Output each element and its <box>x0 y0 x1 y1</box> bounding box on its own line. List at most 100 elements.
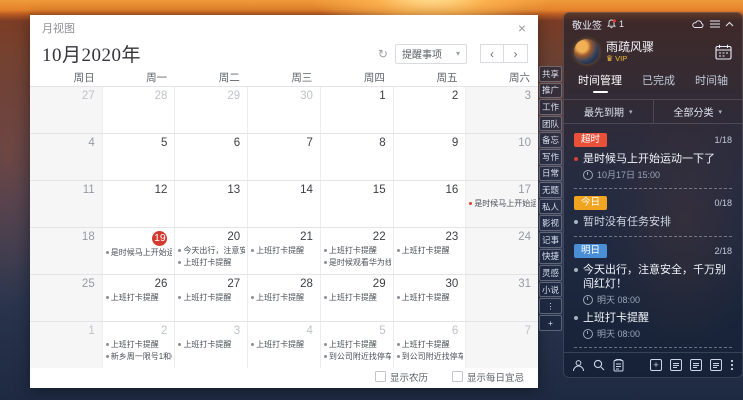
bell-icon[interactable] <box>607 19 616 29</box>
calendar-event[interactable]: 上班打卡提醒 <box>251 245 318 257</box>
avatar[interactable] <box>574 39 599 64</box>
day-cell[interactable]: 17是时候马上开始运··· <box>465 181 538 227</box>
category-chip[interactable]: 无题 <box>539 182 562 198</box>
calendar-event[interactable]: 上班打卡提醒 <box>251 339 318 351</box>
calendar-event[interactable]: 上班打卡提醒 <box>397 245 464 257</box>
calendar-event[interactable]: 上班打卡提醒 <box>178 257 245 269</box>
day-cell[interactable]: 20今天出行，注意安···上班打卡提醒 <box>174 228 247 274</box>
category-chip[interactable]: 团队 <box>539 116 562 132</box>
show-lunar-checkbox[interactable]: 显示农历 <box>375 370 428 384</box>
calendar-event[interactable]: 新乡周一限号1和6··· <box>106 351 173 363</box>
day-cell[interactable]: 29上班打卡提醒 <box>320 275 393 321</box>
day-cell[interactable]: 8 <box>320 134 393 180</box>
calendar-event[interactable]: 上班打卡提醒 <box>324 245 391 257</box>
log-icon[interactable] <box>613 359 624 372</box>
category-dropdown[interactable]: 全部分类 ▾ <box>653 100 743 123</box>
add-note-icon[interactable]: + <box>650 359 662 371</box>
day-cell[interactable]: 11 <box>30 181 102 227</box>
category-chip[interactable]: 快捷 <box>539 249 562 265</box>
app-shortcut-icon[interactable] <box>690 359 702 371</box>
menu-icon[interactable] <box>710 20 720 28</box>
day-cell[interactable]: 6 <box>174 134 247 180</box>
category-chip[interactable]: ⋮ <box>539 298 562 314</box>
day-cell[interactable]: 2上班打卡提醒新乡周一限号1和6··· <box>102 322 175 368</box>
task-item[interactable]: 是时候马上开始运动一下了 <box>574 152 732 166</box>
refresh-icon[interactable]: ↻ <box>378 47 388 61</box>
day-cell[interactable]: 30上班打卡提醒 <box>393 275 466 321</box>
day-cell[interactable]: 6上班打卡提醒到公司附近找停车··· <box>393 322 466 368</box>
day-cell[interactable]: 30 <box>247 87 320 133</box>
calendar-event[interactable]: 上班打卡提醒 <box>324 339 391 351</box>
category-chip[interactable]: 写作 <box>539 149 562 165</box>
day-cell[interactable]: 7 <box>247 134 320 180</box>
tab-时间管理[interactable]: 时间管理 <box>578 72 622 95</box>
calendar-event[interactable]: 上班打卡提醒 <box>324 292 391 304</box>
category-chip[interactable]: 小说 <box>539 282 562 298</box>
category-chip[interactable]: 记事 <box>539 232 562 248</box>
day-cell[interactable]: 5 <box>102 134 175 180</box>
next-month-button[interactable]: › <box>504 44 528 63</box>
category-chip[interactable]: 备忘 <box>539 132 562 148</box>
day-cell[interactable]: 27 <box>30 87 102 133</box>
calendar-event[interactable]: 到公司附近找停车··· <box>324 351 391 363</box>
day-cell[interactable]: 28 <box>102 87 175 133</box>
day-cell[interactable]: 5上班打卡提醒到公司附近找停车··· <box>320 322 393 368</box>
category-chip[interactable]: 影视 <box>539 215 562 231</box>
calendar-event[interactable]: 是时候马上开始运··· <box>106 247 173 259</box>
calendar-event[interactable]: 今天出行，注意安··· <box>178 245 245 257</box>
category-chip[interactable]: 工作 <box>539 99 562 115</box>
day-cell[interactable]: 13 <box>174 181 247 227</box>
task-item[interactable]: 今天出行，注意安全，千万别闯红灯！ <box>574 263 732 291</box>
day-cell[interactable]: 1 <box>30 322 102 368</box>
day-cell[interactable]: 3 <box>465 87 538 133</box>
category-chip[interactable]: 灵感 <box>539 265 562 281</box>
day-cell[interactable]: 18 <box>30 228 102 274</box>
sort-dropdown[interactable]: 最先到期 ▾ <box>564 100 653 123</box>
category-chip[interactable]: 私人 <box>539 199 562 215</box>
collapse-icon[interactable] <box>725 21 734 27</box>
app-shortcut-icon[interactable] <box>670 359 682 371</box>
calendar-icon[interactable] <box>715 44 732 60</box>
search-icon[interactable] <box>593 359 605 371</box>
day-cell[interactable]: 3上班打卡提醒 <box>174 322 247 368</box>
day-cell[interactable]: 27上班打卡提醒 <box>174 275 247 321</box>
day-cell[interactable]: 15 <box>320 181 393 227</box>
day-cell[interactable]: 21上班打卡提醒 <box>247 228 320 274</box>
more-icon[interactable] <box>730 359 734 371</box>
day-cell[interactable]: 9 <box>393 134 466 180</box>
calendar-event[interactable]: 上班打卡提醒 <box>178 292 245 304</box>
show-daily-checkbox[interactable]: 显示每日宜忌 <box>452 370 524 384</box>
day-cell[interactable]: 25 <box>30 275 102 321</box>
account-icon[interactable] <box>572 359 585 372</box>
app-shortcut-icon[interactable] <box>710 359 722 371</box>
day-cell[interactable]: 29 <box>174 87 247 133</box>
day-cell[interactable]: 7 <box>465 322 538 368</box>
day-cell[interactable]: 19是时候马上开始运··· <box>102 228 175 274</box>
day-cell[interactable]: 12 <box>102 181 175 227</box>
calendar-event[interactable]: 上班打卡提醒 <box>106 339 173 351</box>
cloud-sync-icon[interactable] <box>692 20 705 29</box>
task-item[interactable]: 上班打卡提醒 <box>574 311 732 325</box>
close-icon[interactable]: × <box>518 21 526 35</box>
day-cell[interactable]: 22上班打卡提醒是时候观看华为线··· <box>320 228 393 274</box>
category-chip[interactable]: 推广 <box>539 83 562 99</box>
day-cell[interactable]: 4 <box>30 134 102 180</box>
day-cell[interactable]: 4上班打卡提醒 <box>247 322 320 368</box>
tab-时间轴[interactable]: 时间轴 <box>695 72 728 95</box>
prev-month-button[interactable]: ‹ <box>480 44 504 63</box>
calendar-event[interactable]: 是时候马上开始运··· <box>469 198 536 210</box>
day-cell[interactable]: 31 <box>465 275 538 321</box>
calendar-event[interactable]: 上班打卡提醒 <box>397 292 464 304</box>
category-chip[interactable]: 日常 <box>539 166 562 182</box>
calendar-event[interactable]: 到公司附近找停车··· <box>397 351 464 363</box>
category-chip[interactable]: + <box>539 315 562 331</box>
day-cell[interactable]: 23上班打卡提醒 <box>393 228 466 274</box>
calendar-event[interactable]: 上班打卡提醒 <box>251 292 318 304</box>
day-cell[interactable]: 24 <box>465 228 538 274</box>
reminder-type-select[interactable]: 提醒事项 ▾ <box>395 44 467 64</box>
calendar-event[interactable]: 上班打卡提醒 <box>106 292 173 304</box>
day-cell[interactable]: 10 <box>465 134 538 180</box>
day-cell[interactable]: 2 <box>393 87 466 133</box>
day-cell[interactable]: 26上班打卡提醒 <box>102 275 175 321</box>
category-chip[interactable]: 共享 <box>539 66 562 82</box>
